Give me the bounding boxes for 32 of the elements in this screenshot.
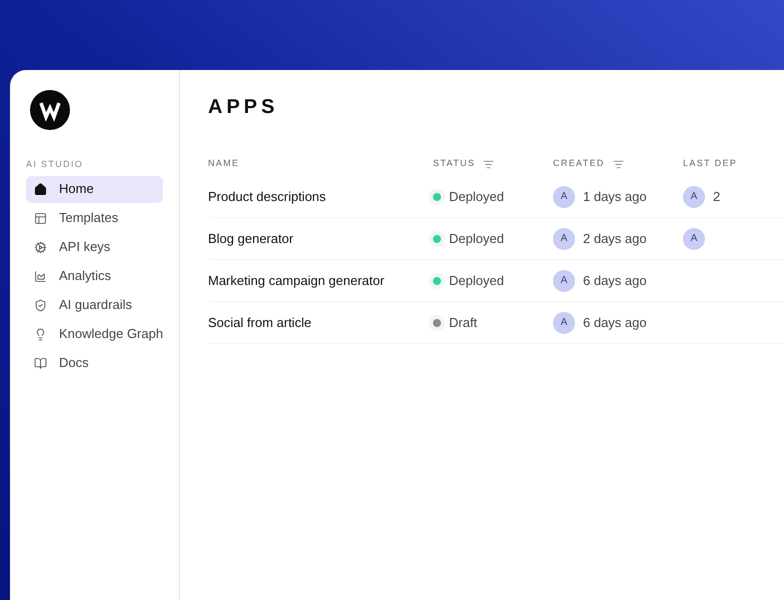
column-header[interactable]: NAME — [208, 157, 240, 171]
nav-item[interactable]: API keys — [26, 234, 163, 260]
status-text: Deployed — [449, 272, 504, 290]
date-text: 6 days ago — [583, 314, 647, 332]
date-text: 1 days ago — [583, 188, 647, 206]
avatar: A — [553, 270, 575, 292]
column-header[interactable]: CREATED — [553, 157, 624, 171]
nav-item[interactable]: AI guardrails — [26, 292, 163, 318]
avatar: A — [553, 312, 575, 334]
nav-item[interactable]: Knowledge Graph — [26, 320, 163, 348]
column-header[interactable]: LAST DEP — [683, 157, 738, 171]
app-name[interactable]: Blog generator — [208, 230, 294, 246]
page-title: APPS — [208, 95, 278, 120]
nav-item[interactable]: Docs — [26, 350, 163, 376]
app-name[interactable]: Marketing campaign generator — [208, 272, 384, 288]
nav-item[interactable]: Analytics — [26, 262, 163, 290]
app-name[interactable]: Product descriptions — [208, 188, 326, 204]
column-header[interactable]: STATUS — [433, 157, 494, 171]
status-text: Draft — [449, 314, 478, 332]
avatar: A — [553, 228, 575, 250]
avatar: A — [683, 228, 705, 250]
avatar: A — [553, 186, 575, 208]
avatar: A — [683, 186, 705, 208]
date-text: 6 days ago — [583, 272, 647, 290]
app-name[interactable]: Social from article — [208, 314, 312, 330]
status-text: Deployed — [449, 230, 504, 248]
section-label: AI STUDIO — [26, 158, 84, 171]
date-text: 2 — [713, 188, 720, 206]
nav-item[interactable]: Templates — [26, 204, 163, 232]
status-text: Deployed — [449, 188, 504, 206]
date-text: 2 days ago — [583, 230, 647, 248]
nav-item[interactable]: Home — [26, 176, 163, 202]
